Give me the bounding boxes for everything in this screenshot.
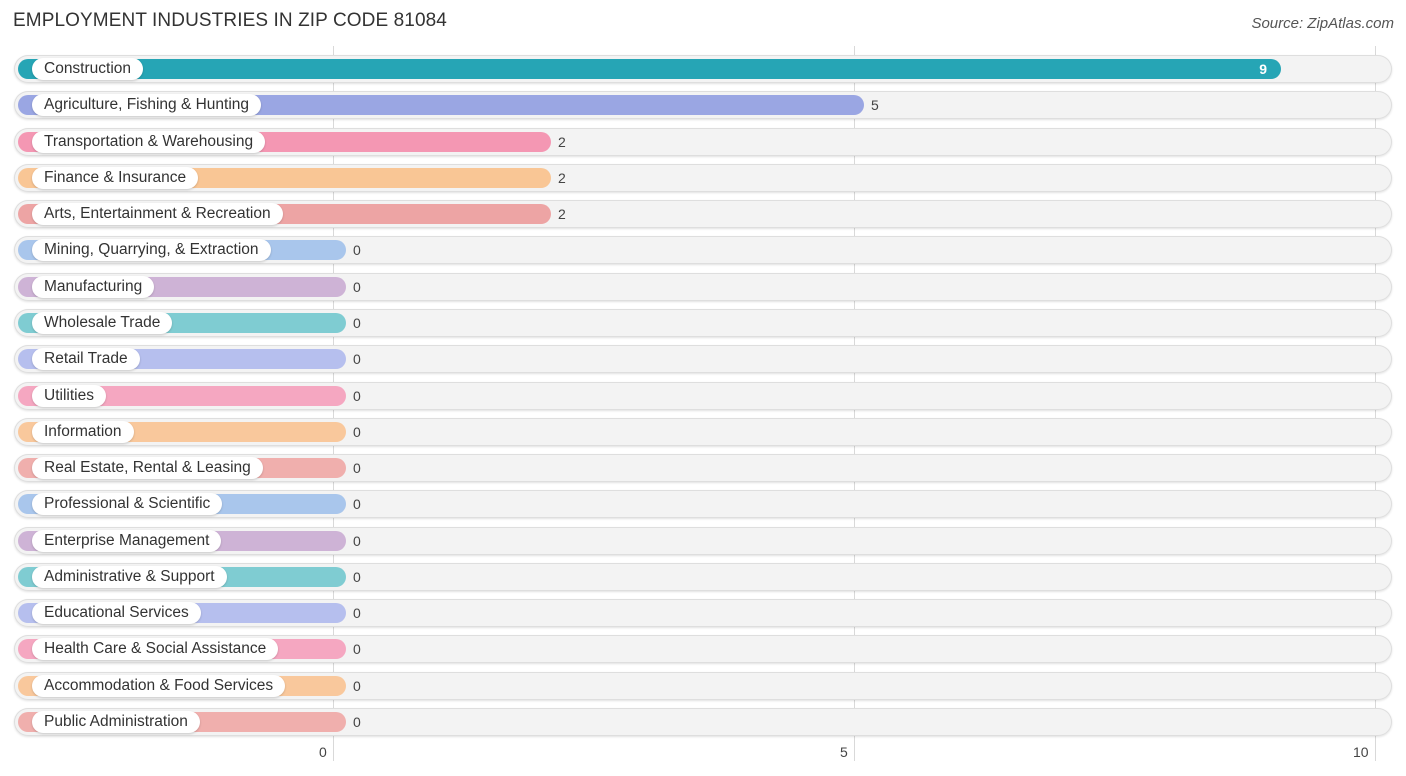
value-label: 0 — [353, 242, 361, 258]
value-label: 0 — [353, 605, 361, 621]
category-label: Administrative & Support — [32, 566, 227, 588]
category-label: Enterprise Management — [32, 530, 222, 552]
value-label: 0 — [353, 569, 361, 585]
value-label: 0 — [353, 641, 361, 657]
category-label: Finance & Insurance — [32, 167, 199, 189]
category-label: Construction — [32, 58, 144, 80]
category-label: Accommodation & Food Services — [32, 675, 286, 697]
value-label: 0 — [353, 496, 361, 512]
value-label: 2 — [558, 134, 566, 150]
bar-chart: Construction 9 Agriculture, Fishing & Hunt… — [0, 0, 1406, 776]
x-tick-label: 0 — [319, 744, 327, 760]
value-label: 2 — [558, 206, 566, 222]
value-label: 0 — [353, 351, 361, 367]
x-tick-label: 10 — [1353, 744, 1369, 760]
value-label: 9 — [1259, 61, 1267, 77]
value-label: 0 — [353, 315, 361, 331]
category-label: Wholesale Trade — [32, 312, 173, 334]
category-label: Information — [32, 421, 134, 443]
category-label: Real Estate, Rental & Leasing — [32, 457, 263, 479]
value-label: 0 — [353, 279, 361, 295]
category-label: Retail Trade — [32, 348, 140, 370]
category-label: Manufacturing — [32, 276, 155, 298]
x-tick-label: 5 — [840, 744, 848, 760]
value-label: 5 — [871, 97, 879, 113]
category-label: Transportation & Warehousing — [32, 131, 266, 153]
value-label: 0 — [353, 388, 361, 404]
category-label: Professional & Scientific — [32, 493, 223, 515]
category-label: Public Administration — [32, 711, 200, 733]
value-label: 0 — [353, 424, 361, 440]
category-label: Utilities — [32, 385, 106, 407]
value-label: 0 — [353, 533, 361, 549]
category-label: Mining, Quarrying, & Extraction — [32, 239, 271, 261]
value-label: 0 — [353, 678, 361, 694]
value-label: 2 — [558, 170, 566, 186]
value-label: 0 — [353, 460, 361, 476]
bar[interactable] — [18, 59, 1281, 79]
category-label: Agriculture, Fishing & Hunting — [32, 94, 262, 116]
category-label: Arts, Entertainment & Recreation — [32, 203, 283, 225]
value-label: 0 — [353, 714, 361, 730]
category-label: Health Care & Social Assistance — [32, 638, 279, 660]
category-label: Educational Services — [32, 602, 201, 624]
